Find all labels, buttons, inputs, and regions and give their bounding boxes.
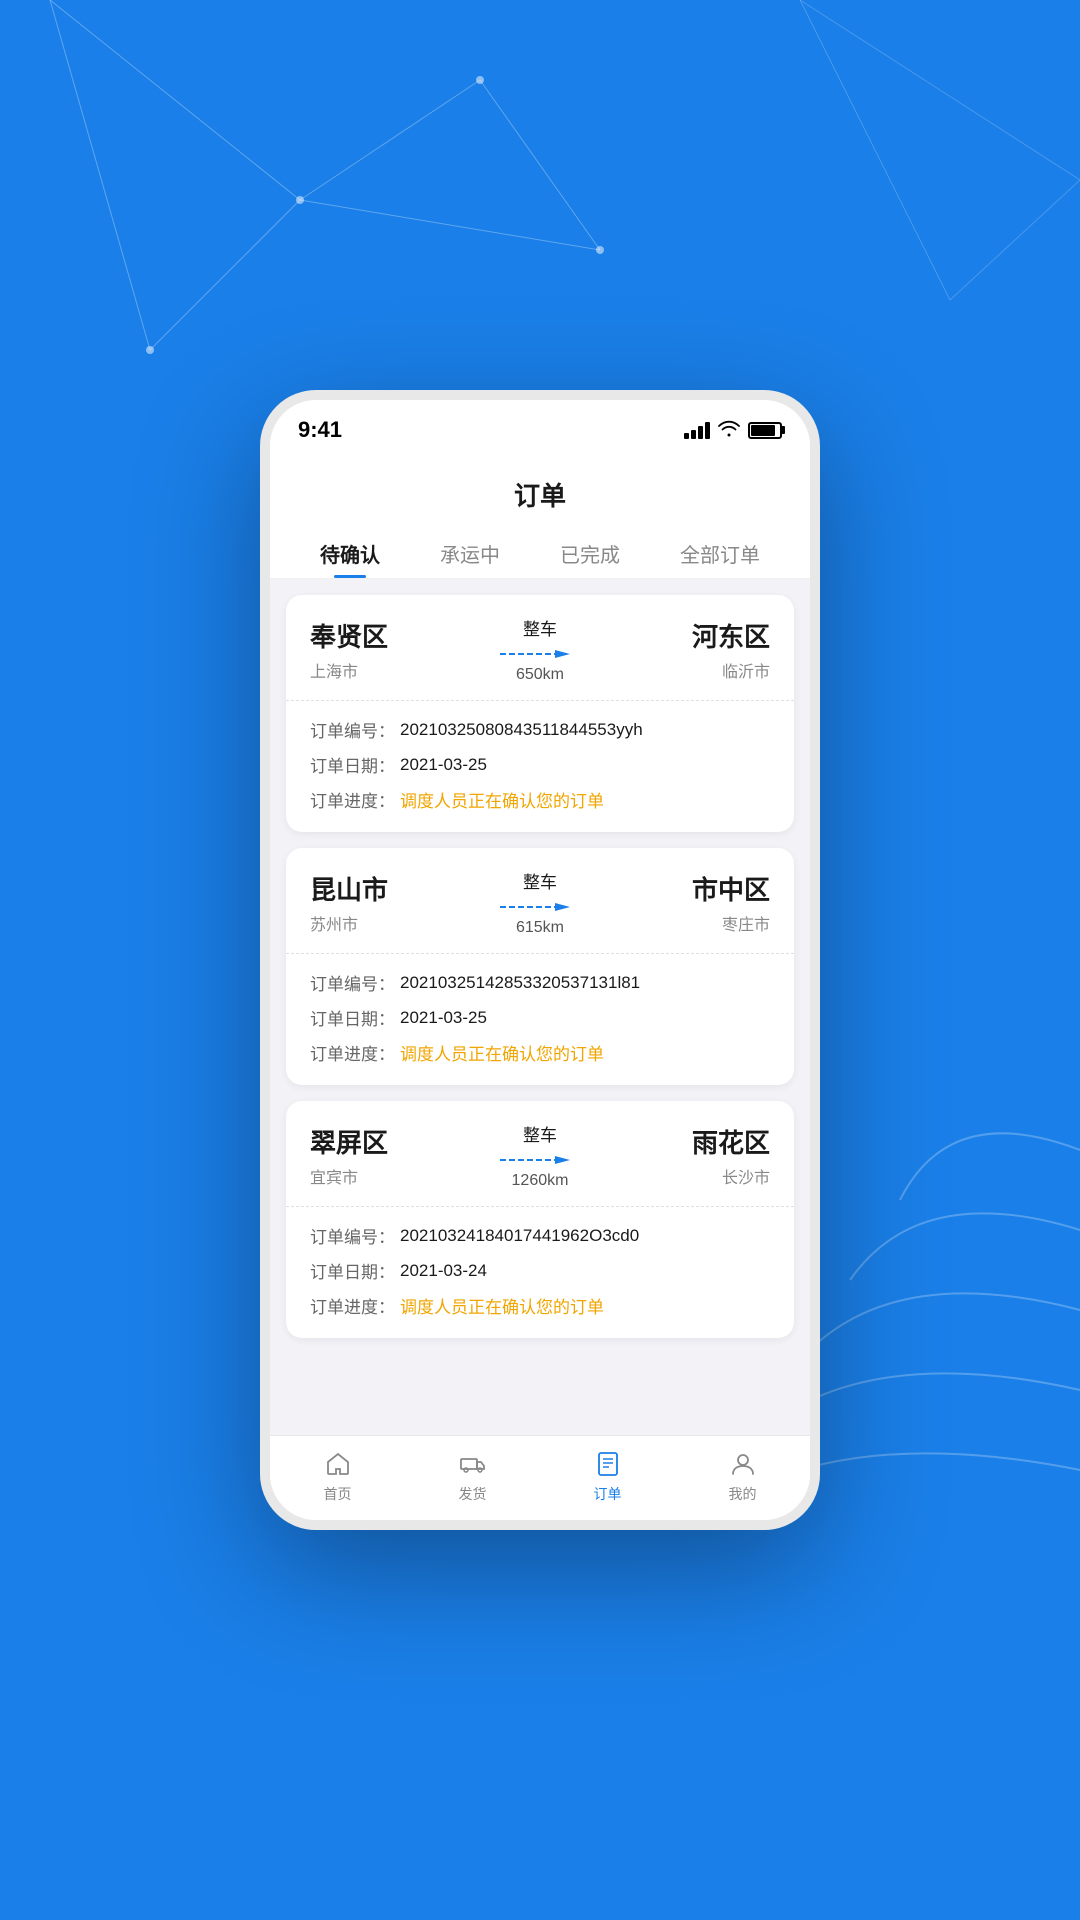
- nav-profile[interactable]: 我的: [675, 1448, 810, 1504]
- nav-orders-label: 订单: [594, 1484, 622, 1504]
- page-header: 订单 待确认 承运中 已完成 全部订单: [270, 460, 810, 579]
- order-no-row-3: 订单编号： 20210324184017441962O3cd0: [310, 1223, 770, 1248]
- order-card-3[interactable]: 翠屏区 宜宾市 整车 1260km: [286, 1101, 794, 1338]
- tab-in-transit[interactable]: 承运中: [428, 529, 512, 578]
- card-route-1: 奉贤区 上海市 整车 650km 河: [286, 595, 794, 701]
- order-date-row-3: 订单日期： 2021-03-24: [310, 1258, 770, 1283]
- status-time: 9:41: [298, 417, 342, 443]
- card-details-3: 订单编号： 20210324184017441962O3cd0 订单日期： 20…: [286, 1207, 794, 1338]
- to-city-2: 市中区 枣庄市: [592, 870, 770, 935]
- route-middle-2: 整车 615km: [488, 868, 592, 937]
- tabs-container: 待确认 承运中 已完成 全部订单: [270, 529, 810, 578]
- profile-icon: [727, 1448, 759, 1480]
- nav-ship[interactable]: 发货: [405, 1448, 540, 1504]
- card-details-1: 订单编号： 20210325080843511844553yyh 订单日期： 2…: [286, 701, 794, 832]
- from-city-3: 翠屏区 宜宾市: [310, 1123, 488, 1188]
- truck-icon: [457, 1448, 489, 1480]
- nav-home-label: 首页: [324, 1484, 352, 1504]
- route-arrow-1: [500, 646, 580, 662]
- order-progress-row-2: 订单进度： 调度人员正在确认您的订单: [310, 1040, 770, 1065]
- order-no-row-2: 订单编号： 20210325142853320537131l81: [310, 970, 770, 995]
- order-progress-row-1: 订单进度： 调度人员正在确认您的订单: [310, 787, 770, 812]
- to-city-1: 河东区 临沂市: [592, 617, 770, 682]
- order-date-row-1: 订单日期： 2021-03-25: [310, 752, 770, 777]
- status-bar: 9:41: [270, 400, 810, 460]
- card-route-2: 昆山市 苏州市 整车 615km 市: [286, 848, 794, 954]
- order-card-1[interactable]: 奉贤区 上海市 整车 650km 河: [286, 595, 794, 832]
- from-city-2: 昆山市 苏州市: [310, 870, 488, 935]
- bottom-nav: 首页 发货: [270, 1435, 810, 1520]
- nav-orders[interactable]: 订单: [540, 1448, 675, 1504]
- orders-icon: [592, 1448, 624, 1480]
- route-middle-3: 整车 1260km: [488, 1121, 592, 1190]
- page-title: 订单: [270, 476, 810, 513]
- phone-shell: 9:41 订单: [260, 390, 820, 1530]
- card-route-3: 翠屏区 宜宾市 整车 1260km: [286, 1101, 794, 1207]
- route-arrow-3: [500, 1152, 580, 1168]
- signal-icon: [684, 422, 710, 439]
- content-area: 奉贤区 上海市 整车 650km 河: [270, 579, 810, 1435]
- route-arrow-2: [500, 899, 580, 915]
- app-screen: 订单 待确认 承运中 已完成 全部订单 奉贤区 上海市 整车: [270, 460, 810, 1520]
- order-progress-row-3: 订单进度： 调度人员正在确认您的订单: [310, 1293, 770, 1318]
- tab-completed[interactable]: 已完成: [548, 529, 632, 578]
- order-no-row-1: 订单编号： 20210325080843511844553yyh: [310, 717, 770, 742]
- wifi-icon: [718, 419, 740, 442]
- tab-pending[interactable]: 待确认: [308, 529, 392, 578]
- tab-all[interactable]: 全部订单: [668, 529, 772, 578]
- from-city-1: 奉贤区 上海市: [310, 617, 488, 682]
- home-icon: [322, 1448, 354, 1480]
- battery-icon: [748, 422, 782, 439]
- order-card-2[interactable]: 昆山市 苏州市 整车 615km 市: [286, 848, 794, 1085]
- nav-home[interactable]: 首页: [270, 1448, 405, 1504]
- nav-profile-label: 我的: [729, 1484, 757, 1504]
- status-icons: [684, 419, 782, 442]
- to-city-3: 雨花区 长沙市: [592, 1123, 770, 1188]
- card-details-2: 订单编号： 20210325142853320537131l81 订单日期： 2…: [286, 954, 794, 1085]
- route-middle-1: 整车 650km: [488, 615, 592, 684]
- nav-ship-label: 发货: [459, 1484, 487, 1504]
- order-date-row-2: 订单日期： 2021-03-25: [310, 1005, 770, 1030]
